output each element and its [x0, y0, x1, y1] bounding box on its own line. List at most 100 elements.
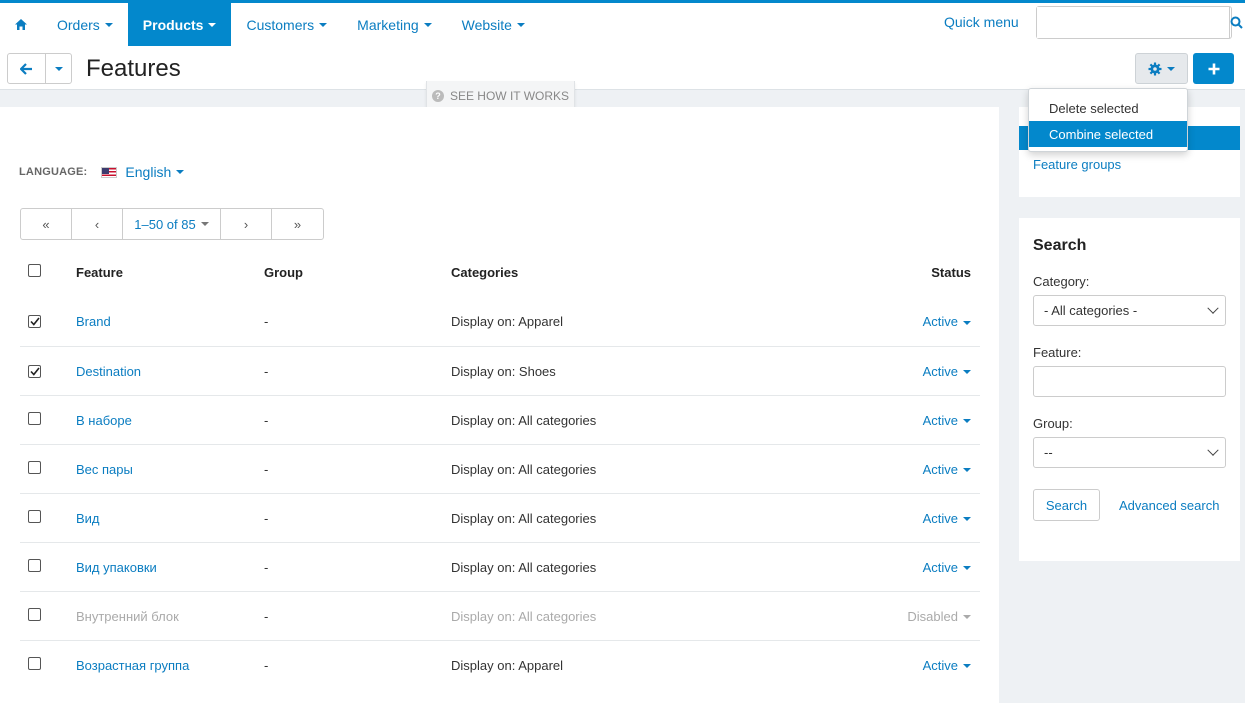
- us-flag-icon: [101, 166, 118, 178]
- prev-page-button[interactable]: ‹: [72, 209, 123, 239]
- nav-orders[interactable]: Orders: [42, 3, 128, 46]
- status-label: Active: [922, 412, 958, 428]
- search-button[interactable]: Search: [1033, 489, 1100, 521]
- menu-item-delete-selected[interactable]: Delete selected: [1029, 95, 1187, 121]
- row-checkbox[interactable]: [28, 461, 41, 474]
- feature-name-link[interactable]: Вид: [76, 511, 264, 526]
- first-page-button[interactable]: «: [21, 209, 72, 239]
- home-button[interactable]: [0, 3, 42, 46]
- group-cell: -: [264, 657, 269, 673]
- header-feature[interactable]: Feature: [76, 265, 264, 280]
- caret-down-icon: [200, 222, 209, 226]
- row-checkbox[interactable]: [28, 608, 41, 621]
- caret-down-icon: [104, 22, 113, 27]
- table-row: Внутренний блок - Display on: All categori…: [20, 591, 980, 640]
- caret-down-icon: [319, 22, 328, 27]
- group-cell: -: [264, 559, 269, 575]
- next-page-button[interactable]: ›: [221, 209, 272, 239]
- quick-menu-link[interactable]: Quick menu: [944, 14, 1019, 30]
- back-history-dropdown[interactable]: [46, 54, 71, 83]
- language-label: LANGUAGE:: [19, 166, 88, 178]
- status-dropdown[interactable]: Active: [880, 413, 980, 428]
- table-header: Feature Group Categories Status: [20, 247, 980, 297]
- plus-icon: [1208, 63, 1219, 74]
- caret-down-icon: [176, 170, 185, 174]
- top-search-box: [1036, 6, 1243, 39]
- main-content: LANGUAGE: English « ‹ 1–50 of 85 › » Fea…: [0, 107, 999, 703]
- chevron-down-icon: [1207, 302, 1219, 314]
- status-label: Active: [922, 363, 958, 379]
- menu-item-combine-selected[interactable]: Combine selected: [1029, 121, 1187, 147]
- chevron-down-icon: [1207, 444, 1219, 456]
- status-label: Active: [922, 461, 958, 477]
- status-dropdown[interactable]: Active: [880, 658, 980, 673]
- feature-name-link[interactable]: Вес пары: [76, 462, 264, 477]
- feature-name-link[interactable]: Destination: [76, 364, 264, 379]
- back-button-group: [7, 53, 72, 84]
- row-checkbox[interactable]: [28, 364, 41, 378]
- caret-down-icon: [963, 664, 971, 669]
- feature-name-link[interactable]: Внутренний блок: [76, 609, 264, 624]
- category-select[interactable]: - All categories -: [1033, 295, 1226, 326]
- pagination: « ‹ 1–50 of 85 › »: [20, 208, 324, 240]
- nav-website[interactable]: Website: [447, 3, 540, 46]
- categories-cell: Display on: All categories: [451, 412, 597, 428]
- feature-input[interactable]: [1033, 366, 1226, 397]
- feature-name-link[interactable]: Вид упаковки: [76, 560, 264, 575]
- caret-down-icon: [54, 66, 63, 71]
- table-row: Destination - Display on: Shoes Active: [20, 346, 980, 395]
- row-checkbox[interactable]: [28, 315, 41, 328]
- group-select[interactable]: --: [1033, 437, 1226, 468]
- table-row: Вес пары - Display on: All categories Activ…: [20, 444, 980, 493]
- table-body: Brand - Display on: Apparel Active Destinati…: [20, 297, 980, 689]
- group-label: Group:: [1033, 416, 1073, 431]
- categories-cell: Display on: All categories: [451, 559, 597, 575]
- nav-customers[interactable]: Customers: [231, 3, 342, 46]
- group-cell: -: [264, 510, 269, 526]
- status-dropdown[interactable]: Active: [880, 462, 980, 477]
- nav-marketing[interactable]: Marketing: [342, 3, 446, 46]
- header-categories: Categories: [451, 264, 519, 280]
- features-table: Feature Group Categories Status Brand - Di…: [20, 247, 980, 689]
- row-checkbox[interactable]: [28, 559, 41, 572]
- add-feature-button[interactable]: [1193, 53, 1234, 84]
- last-page-button[interactable]: »: [272, 209, 323, 239]
- status-label: Active: [922, 657, 958, 673]
- group-cell: -: [264, 412, 269, 428]
- header-group[interactable]: Group: [264, 265, 451, 280]
- status-dropdown[interactable]: Active: [880, 364, 980, 379]
- back-button[interactable]: [8, 54, 46, 83]
- row-checkbox[interactable]: [28, 657, 41, 670]
- status-dropdown[interactable]: Active: [880, 314, 980, 329]
- advanced-search-link[interactable]: Advanced search: [1119, 498, 1219, 513]
- row-checkbox[interactable]: [28, 510, 41, 523]
- select-all-checkbox[interactable]: [28, 264, 41, 277]
- caret-down-icon: [1167, 66, 1175, 71]
- feature-name-link[interactable]: В наборе: [76, 413, 264, 428]
- status-dropdown[interactable]: Disabled: [880, 609, 980, 624]
- row-checkbox[interactable]: [28, 412, 41, 425]
- settings-actions-button[interactable]: [1135, 53, 1188, 84]
- title-bar: Features: [0, 46, 1245, 90]
- feature-name-link[interactable]: Brand: [76, 314, 264, 329]
- header-status[interactable]: Status: [880, 265, 980, 280]
- status-label: Active: [922, 510, 958, 526]
- see-how-it-works-label: SEE HOW IT WORKS: [449, 88, 570, 103]
- language-dropdown[interactable]: English: [125, 164, 171, 180]
- group-select-value: --: [1044, 445, 1053, 460]
- page-range-dropdown[interactable]: 1–50 of 85: [123, 209, 221, 239]
- top-search-button[interactable]: [1229, 7, 1243, 38]
- caret-down-icon: [963, 468, 971, 473]
- page-range-label: 1–50 of 85: [134, 216, 196, 232]
- status-dropdown[interactable]: Active: [880, 511, 980, 526]
- caret-down-icon: [963, 320, 971, 325]
- status-dropdown[interactable]: Active: [880, 560, 980, 575]
- categories-cell: Display on: Shoes: [451, 363, 556, 379]
- categories-cell: Display on: All categories: [451, 608, 597, 624]
- feature-groups-link[interactable]: Feature groups: [1033, 157, 1121, 172]
- top-search-input[interactable]: [1037, 7, 1229, 38]
- caret-down-icon: [423, 22, 432, 27]
- table-row: Вид - Display on: All categories Active: [20, 493, 980, 542]
- nav-products[interactable]: Products: [127, 3, 232, 46]
- feature-name-link[interactable]: Возрастная группа: [76, 658, 264, 673]
